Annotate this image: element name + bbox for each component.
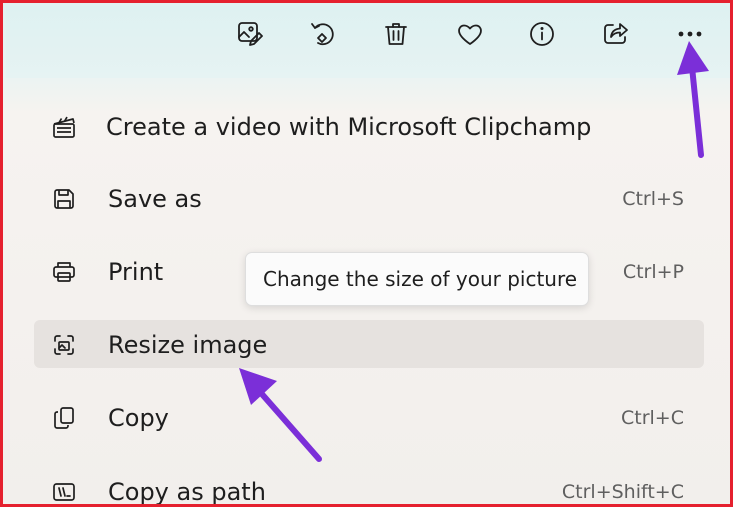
rotate-icon[interactable] (307, 18, 339, 50)
photo-toolbar (6, 6, 730, 78)
print-icon (50, 259, 78, 285)
edit-image-icon[interactable] (234, 18, 266, 50)
menu-item-copy-as-path[interactable]: Copy as path Ctrl+Shift+C (34, 467, 704, 506)
menu-item-label: Copy (108, 404, 169, 432)
save-icon (50, 186, 78, 212)
info-icon[interactable] (526, 18, 558, 50)
menu-item-label: Copy as path (108, 478, 266, 506)
resize-icon (50, 332, 78, 358)
shortcut-text: Ctrl+C (621, 407, 684, 429)
annotation-arrow-more-options (677, 41, 709, 158)
delete-icon[interactable] (380, 18, 412, 50)
menu-item-label: Resize image (108, 331, 268, 359)
shortcut-text: Ctrl+P (622, 261, 684, 283)
menu-item-save-as[interactable]: Save as Ctrl+S (34, 174, 704, 222)
share-icon[interactable] (600, 18, 632, 50)
menu-item-resize-image[interactable]: Resize image (34, 320, 704, 368)
screenshot-frame: Create a video with Microsoft Clipchamp … (0, 0, 733, 507)
tooltip-text: Change the size of your picture (263, 267, 578, 291)
shortcut-text: Ctrl+S (622, 188, 684, 210)
shortcut-text: Ctrl+Shift+C (561, 481, 684, 503)
menu-item-clipchamp[interactable]: Create a video with Microsoft Clipchamp (34, 102, 704, 150)
annotation-arrow-resize (239, 368, 322, 462)
copy-path-icon (50, 479, 78, 504)
clipchamp-icon (50, 114, 78, 140)
menu-item-copy[interactable]: Copy Ctrl+C (34, 393, 704, 441)
menu-item-label: Save as (108, 185, 202, 213)
copy-icon (50, 405, 78, 431)
resize-tooltip: Change the size of your picture (245, 252, 589, 306)
favorite-icon[interactable] (454, 18, 486, 50)
menu-item-label: Create a video with Microsoft Clipchamp (106, 113, 592, 141)
menu-item-label: Print (108, 258, 164, 286)
